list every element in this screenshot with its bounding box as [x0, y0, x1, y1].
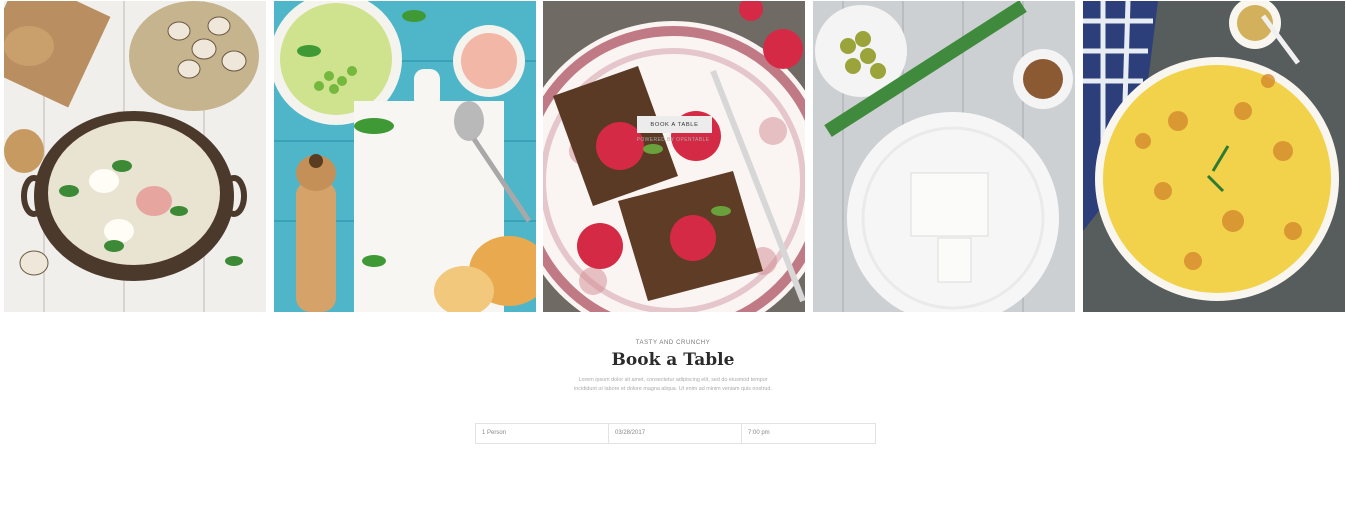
gallery-image-cheese[interactable]	[813, 1, 1075, 312]
powered-by-opentable[interactable]: POWERED BY OPENTABLE	[0, 137, 1346, 143]
section-description: Lorem ipsum dolor sit amet, consectetur …	[574, 377, 772, 392]
section-title: Book a Table	[611, 350, 735, 370]
brownie-raspberry-image	[543, 1, 805, 312]
gallery-image-cutting-board[interactable]	[274, 1, 536, 312]
soup-dish-image	[4, 1, 266, 312]
cheese-plate-image	[813, 1, 1075, 312]
book-table-button[interactable]: BOOK A TABLE	[637, 116, 712, 133]
book-table-section: TASTY AND CRUNCHY Book a Table Lorem ips…	[0, 340, 1346, 444]
section-eyebrow: TASTY AND CRUNCHY	[635, 340, 711, 346]
cutting-board-image	[274, 1, 536, 312]
reservation-form	[475, 423, 876, 444]
time-field[interactable]	[741, 423, 876, 444]
food-gallery	[4, 1, 1346, 312]
potato-pie-image	[1083, 1, 1345, 312]
persons-field[interactable]	[475, 423, 610, 444]
gallery-image-pie[interactable]	[1083, 1, 1345, 312]
date-field[interactable]	[608, 423, 743, 444]
gallery-image-soup[interactable]	[4, 1, 266, 312]
gallery-image-brownies[interactable]	[543, 1, 805, 312]
